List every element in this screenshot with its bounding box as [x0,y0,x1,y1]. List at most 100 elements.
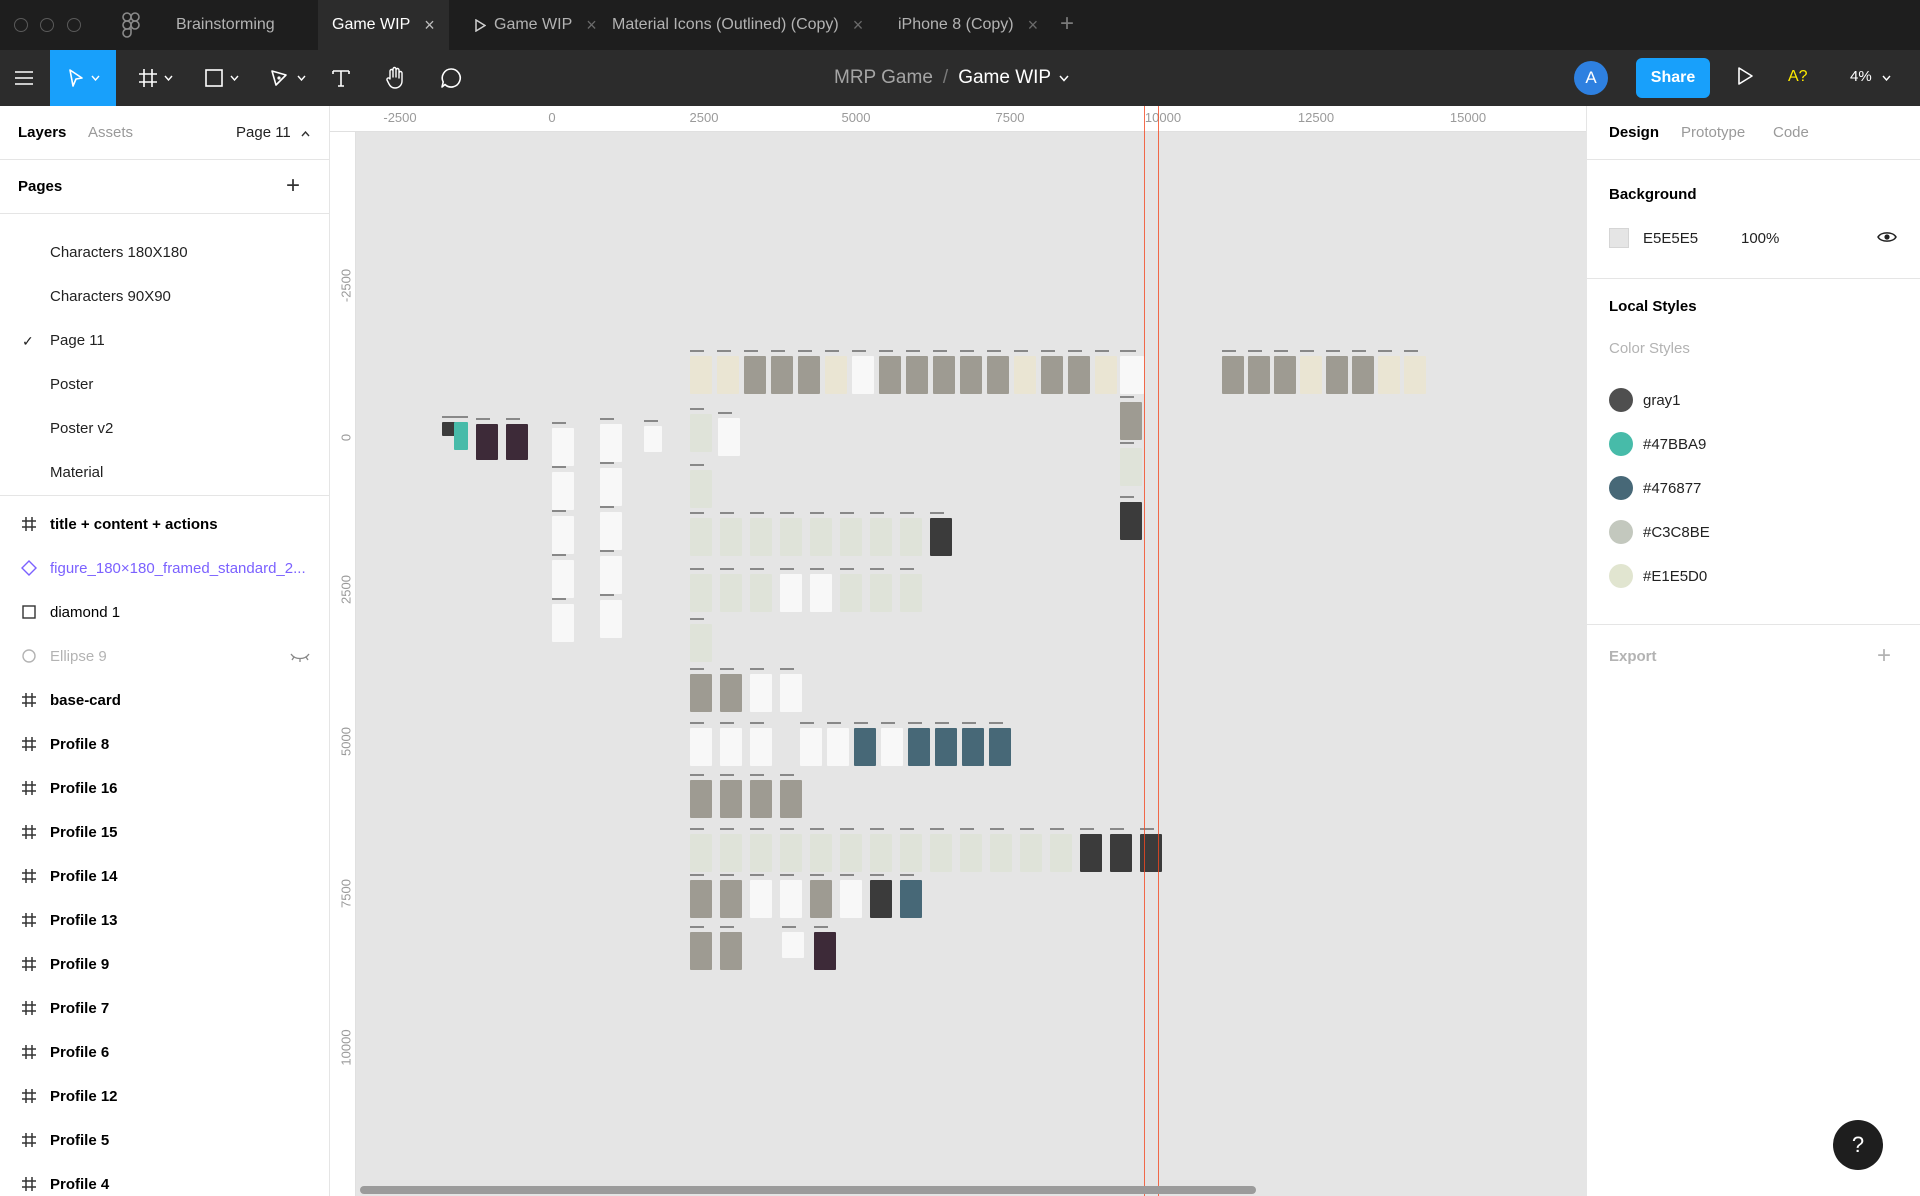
window-zoom-button[interactable] [67,18,81,32]
canvas-frame[interactable] [600,424,622,462]
canvas-frame[interactable] [1326,356,1348,394]
tab-game-wip[interactable]: Game WIP × [318,0,449,50]
canvas-frame[interactable] [908,728,930,766]
canvas-frame[interactable] [690,728,712,766]
layer-row[interactable]: Profile 9 [0,943,330,987]
canvas-frame[interactable] [900,518,922,556]
canvas-frame[interactable] [780,880,802,918]
canvas-frame[interactable] [810,518,832,556]
canvas-frame[interactable] [782,932,804,958]
layer-row[interactable]: Profile 14 [0,855,330,899]
canvas-frame[interactable] [720,780,742,818]
layer-row[interactable]: diamond 1 [0,591,330,635]
main-menu-button[interactable] [0,50,48,106]
close-icon[interactable]: × [424,15,435,36]
canvas-frame[interactable] [552,560,574,598]
canvas-frame[interactable] [690,470,712,508]
tab-prototype[interactable]: Prototype [1681,124,1745,141]
layer-row[interactable]: title + content + actions [0,503,330,547]
close-icon[interactable]: × [1028,15,1039,36]
canvas-frame[interactable] [744,356,766,394]
canvas-frame[interactable] [930,834,952,872]
present-play-icon[interactable] [1736,66,1754,86]
canvas-frame[interactable] [989,728,1011,766]
add-page-button[interactable]: + [286,172,300,200]
canvas-frame[interactable] [798,356,820,394]
canvas-frame[interactable] [780,518,802,556]
tab-iphone-8[interactable]: iPhone 8 (Copy) × [884,0,1052,50]
help-button[interactable]: ? [1833,1120,1883,1170]
canvas-frame[interactable] [987,356,1009,394]
canvas-frame[interactable] [690,624,712,662]
add-export-button[interactable]: + [1877,642,1891,670]
canvas-frame[interactable] [960,356,982,394]
canvas-frame[interactable] [810,834,832,872]
canvas-frame[interactable] [960,834,982,872]
canvas-frame[interactable] [717,356,739,394]
canvas-frame[interactable] [870,880,892,918]
move-tool-button[interactable] [50,50,116,106]
canvas-frame[interactable] [1274,356,1296,394]
canvas-frame[interactable] [600,468,622,506]
canvas-frame[interactable] [552,604,574,642]
page-item[interactable]: Poster [50,376,93,393]
canvas-frame[interactable] [810,880,832,918]
tab-brainstorming[interactable]: Brainstorming [160,0,291,50]
new-tab-button[interactable]: + [1060,10,1074,38]
canvas-frame[interactable] [644,426,662,452]
hand-tool-button[interactable] [380,50,410,106]
canvas-frame[interactable] [600,600,622,638]
file-name[interactable]: Game WIP [958,67,1051,89]
canvas-frame[interactable] [750,780,772,818]
window-minimize-button[interactable] [40,18,54,32]
canvas-frame[interactable] [600,512,622,550]
canvas-frame[interactable] [840,834,862,872]
canvas-frame[interactable] [1300,356,1322,394]
canvas-frame[interactable] [1014,356,1036,394]
canvas-frame[interactable] [720,932,742,970]
canvas-frame[interactable] [852,356,874,394]
canvas-frame[interactable] [900,574,922,612]
canvas-frame[interactable] [750,674,772,712]
canvas-frame[interactable] [1041,356,1063,394]
canvas-frame[interactable] [1110,834,1132,872]
canvas-frame[interactable] [881,728,903,766]
canvas-frame[interactable] [690,834,712,872]
canvas-frame[interactable] [1120,356,1142,394]
canvas-frame[interactable] [840,574,862,612]
close-icon[interactable]: × [586,15,597,36]
pen-tool-button[interactable] [262,50,312,106]
canvas-frame[interactable] [552,428,574,466]
canvas-frame[interactable] [1404,356,1426,394]
canvas-frame[interactable] [690,780,712,818]
canvas-frame[interactable] [750,574,772,612]
page-selector[interactable]: Page 11 [236,124,310,141]
layer-row[interactable]: Profile 15 [0,811,330,855]
share-button[interactable]: Share [1636,58,1710,98]
canvas-frame[interactable] [1068,356,1090,394]
figma-logo-icon[interactable] [120,12,142,38]
canvas-frame[interactable] [552,472,574,510]
canvas-frame[interactable] [780,674,802,712]
shape-tool-button[interactable] [196,50,246,106]
canvas-frame[interactable] [810,574,832,612]
zoom-menu[interactable]: 4% [1850,68,1891,85]
canvas-frame[interactable] [1095,356,1117,394]
canvas-frame[interactable] [780,780,802,818]
canvas-frame[interactable] [600,556,622,594]
canvas-frame[interactable] [1222,356,1244,394]
tab-code[interactable]: Code [1773,124,1809,141]
canvas-frame[interactable] [962,728,984,766]
horizontal-scrollbar[interactable] [360,1186,1256,1194]
layer-row[interactable]: Profile 7 [0,987,330,1031]
canvas-frame[interactable] [1050,834,1072,872]
canvas-frame[interactable] [800,728,822,766]
canvas-frame[interactable] [935,728,957,766]
layer-row[interactable]: Profile 16 [0,767,330,811]
canvas-frame[interactable] [1120,502,1142,540]
canvas-frame[interactable] [552,516,574,554]
canvas-frame[interactable] [690,518,712,556]
accessibility-button[interactable]: A? [1788,68,1808,86]
canvas-frame[interactable] [454,422,468,450]
canvas-frame[interactable] [506,424,528,460]
